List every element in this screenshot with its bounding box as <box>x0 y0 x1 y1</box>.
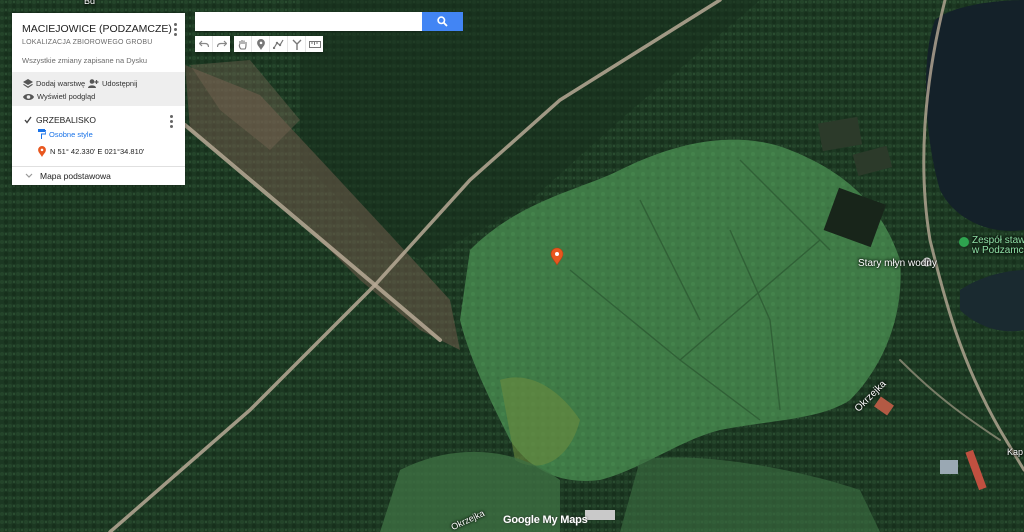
layer-style-link[interactable]: Osobne style <box>38 129 93 139</box>
google-my-maps-logo: Google My Maps <box>503 514 588 526</box>
draw-line-button[interactable] <box>270 36 288 52</box>
redo-button[interactable] <box>213 36 230 52</box>
layer-style-label: Osobne style <box>49 129 93 139</box>
layer-grzebalisko: GRZEBALISKO Osobne style N 51° 42.330' E… <box>12 106 185 167</box>
placemark-item[interactable]: N 51° 42.330' E 021°34.810' <box>38 146 144 157</box>
add-person-icon <box>88 79 99 88</box>
undo-button[interactable] <box>195 36 213 52</box>
tools-group <box>234 36 323 52</box>
add-layer-button[interactable]: Dodaj warstwę <box>23 79 85 88</box>
preview-button[interactable]: Wyświetl podgląd <box>23 92 95 101</box>
layer-options-icon[interactable] <box>170 115 173 130</box>
save-status: Wszystkie zmiany zapisane na Dysku <box>22 56 148 65</box>
place-label-line-2: w Podzamczu <box>972 245 1024 256</box>
eye-icon <box>23 93 34 100</box>
share-label: Udostępnij <box>102 79 138 88</box>
redo-icon <box>216 40 227 48</box>
measure-button[interactable] <box>306 36 323 52</box>
map-description[interactable]: LOKALIZACJA ZBIOROWEGO GROBU <box>22 39 152 46</box>
undo-icon <box>198 40 209 48</box>
undo-redo-group <box>195 36 230 52</box>
add-layer-label: Dodaj warstwę <box>36 79 86 88</box>
base-map-toggle[interactable]: Mapa podstawowa <box>12 167 185 185</box>
poi-park-icon[interactable] <box>959 237 969 247</box>
map-options-icon[interactable] <box>174 23 177 38</box>
preview-label: Wyświetl podgląd <box>37 92 96 101</box>
search-icon <box>437 16 448 27</box>
base-map-label: Mapa podstawowa <box>40 171 111 181</box>
directions-icon <box>292 39 301 50</box>
map-toolbar <box>195 36 323 52</box>
search-input[interactable] <box>195 12 422 31</box>
placemark-icon <box>38 146 46 157</box>
place-label-stary-mlyn[interactable]: Stary młyn wodny <box>858 258 937 269</box>
paint-roller-icon <box>38 129 46 139</box>
map-legend-panel: MACIEJOWICE (PODZAMCZE) LOKALIZACJA ZBIO… <box>12 13 185 185</box>
layer-visibility-checkbox[interactable] <box>24 116 32 124</box>
directions-button[interactable] <box>288 36 306 52</box>
select-pan-button[interactable] <box>234 36 252 52</box>
place-label-kap: Kap <box>1007 447 1024 457</box>
panel-actions: Dodaj warstwę Udostępnij Wyświetl podglą… <box>12 72 185 106</box>
share-button[interactable]: Udostępnij <box>88 79 137 88</box>
add-marker-button[interactable] <box>252 36 270 52</box>
chevron-down-icon <box>25 173 33 178</box>
measure-icon <box>308 40 321 48</box>
search-button[interactable] <box>422 12 463 31</box>
place-label-top: Bd <box>84 0 96 6</box>
layers-icon <box>23 79 33 88</box>
place-label-zespol-stawow[interactable]: Zespół stawów w Podzamczu <box>972 236 1024 256</box>
map-title[interactable]: MACIEJOWICE (PODZAMCZE) <box>22 23 172 35</box>
marker-icon <box>256 38 265 50</box>
draw-line-icon <box>273 39 284 49</box>
hand-icon <box>238 39 247 50</box>
placemark-label: N 51° 42.330' E 021°34.810' <box>50 147 145 156</box>
layer-name[interactable]: GRZEBALISKO <box>36 115 96 125</box>
